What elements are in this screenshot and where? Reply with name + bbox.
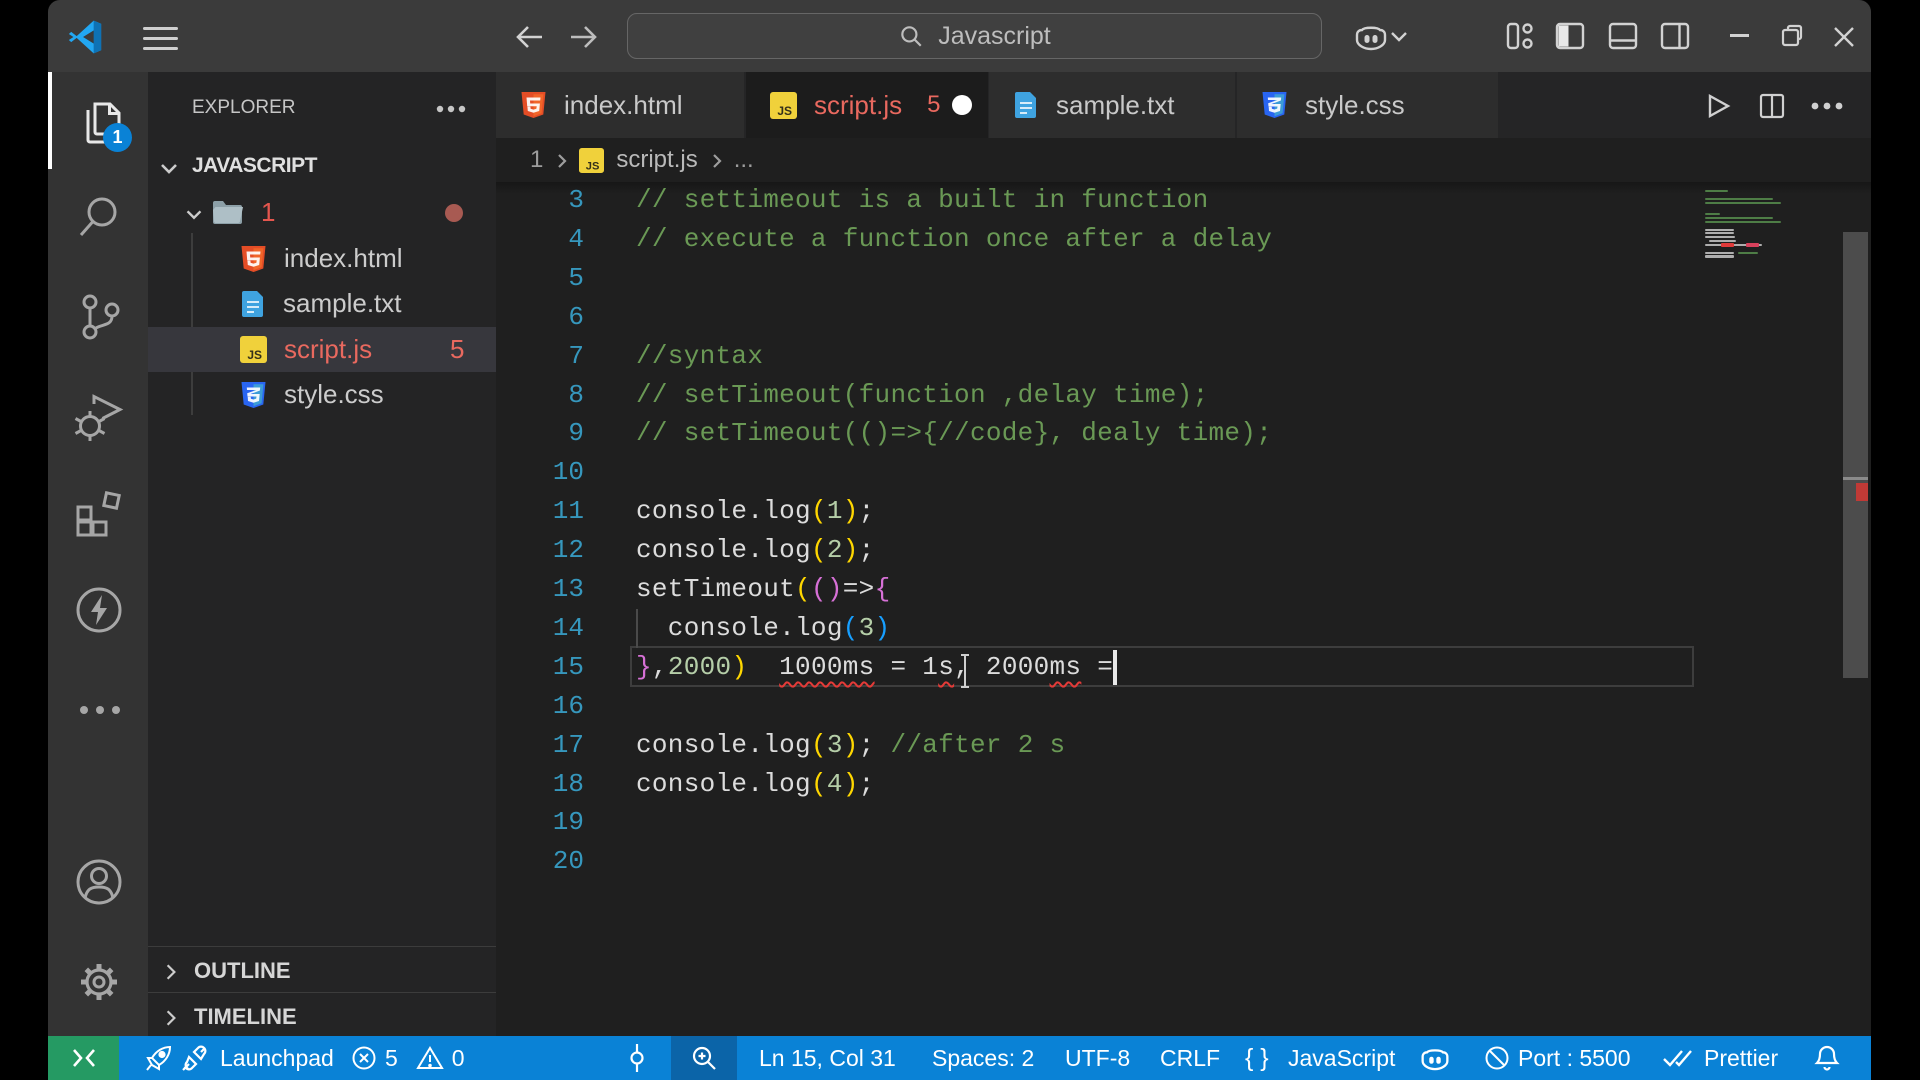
- svg-text:JS: JS: [247, 348, 262, 362]
- svg-text:JS: JS: [586, 160, 600, 172]
- svg-text:JS: JS: [777, 104, 792, 118]
